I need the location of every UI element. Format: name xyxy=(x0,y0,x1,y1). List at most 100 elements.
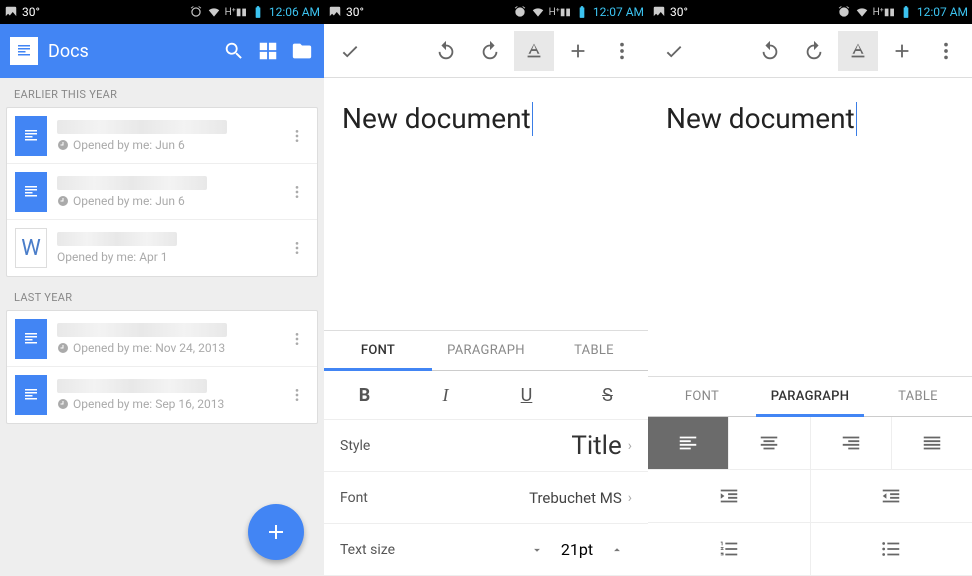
doc-title-redacted xyxy=(57,232,177,246)
align-justify-button[interactable] xyxy=(892,417,972,469)
word-type-icon: W xyxy=(15,228,47,268)
history-icon xyxy=(57,139,69,151)
new-doc-fab[interactable] xyxy=(248,504,304,560)
doc-meta: Opened by me: Sep 16, 2013 xyxy=(73,397,224,411)
undo-button[interactable] xyxy=(426,31,466,71)
font-picker[interactable]: Font Trebuchet MS› xyxy=(324,472,648,524)
check-icon xyxy=(339,40,361,62)
bold-button[interactable]: B xyxy=(324,371,405,419)
row-overflow-button[interactable] xyxy=(285,387,309,403)
numbered-list-button[interactable] xyxy=(648,523,811,575)
row-overflow-button[interactable] xyxy=(285,240,309,256)
search-button[interactable] xyxy=(222,39,246,63)
editor-toolbar xyxy=(324,24,648,78)
size-decrease-button[interactable] xyxy=(522,535,552,565)
text-style-row: B I U S xyxy=(324,371,648,420)
style-picker[interactable]: Style Title› xyxy=(324,420,648,472)
doc-type-icon xyxy=(15,116,47,156)
alarm-icon xyxy=(513,5,527,19)
redo-button[interactable] xyxy=(794,31,834,71)
wifi-icon xyxy=(855,5,869,19)
size-increase-button[interactable] xyxy=(602,535,632,565)
insert-button[interactable] xyxy=(558,31,598,71)
section-header: EARLIER THIS YEAR xyxy=(0,78,324,107)
row-overflow-button[interactable] xyxy=(285,331,309,347)
align-left-button[interactable] xyxy=(648,417,729,469)
status-temp: 30° xyxy=(346,5,364,19)
doc-row[interactable]: Opened by me: Jun 6 xyxy=(7,108,317,164)
tab-paragraph[interactable]: PARAGRAPH xyxy=(756,377,864,416)
status-time: 12:07 AM xyxy=(593,5,644,19)
doc-row[interactable]: Opened by me: Sep 16, 2013 xyxy=(7,367,317,423)
align-center-button[interactable] xyxy=(729,417,810,469)
status-bar: 30° H⁺▮▮12:07 AM xyxy=(648,0,972,24)
indent-increase-button[interactable] xyxy=(648,470,811,522)
doc-row[interactable]: W Opened by me: Apr 1 xyxy=(7,220,317,276)
format-button[interactable] xyxy=(838,31,878,71)
doc-row[interactable]: Opened by me: Nov 24, 2013 xyxy=(7,311,317,367)
text-format-icon xyxy=(523,40,545,62)
format-tabs: FONT PARAGRAPH TABLE xyxy=(648,376,972,417)
row-overflow-button[interactable] xyxy=(285,184,309,200)
tab-paragraph[interactable]: PARAGRAPH xyxy=(432,331,540,370)
document-text: New document xyxy=(342,102,531,135)
history-icon xyxy=(57,398,69,410)
chevron-up-icon xyxy=(610,543,624,557)
document-text: New document xyxy=(666,102,855,135)
insert-button[interactable] xyxy=(882,31,922,71)
docs-logo-icon xyxy=(10,37,38,65)
doc-title-redacted xyxy=(57,120,227,134)
wifi-icon xyxy=(531,5,545,19)
doc-type-icon xyxy=(15,375,47,415)
editor-paragraph-panel: 30° H⁺▮▮12:07 AM New document FONT PARAG… xyxy=(648,0,972,576)
done-button[interactable] xyxy=(330,31,370,71)
tab-table[interactable]: TABLE xyxy=(864,377,972,416)
wifi-icon xyxy=(207,5,221,19)
indent-decrease-button[interactable] xyxy=(811,470,972,522)
battery-icon xyxy=(251,5,265,19)
chevron-right-icon: › xyxy=(628,490,632,506)
underline-button[interactable]: U xyxy=(486,371,567,419)
undo-button[interactable] xyxy=(750,31,790,71)
tab-font[interactable]: FONT xyxy=(324,331,432,370)
italic-button[interactable]: I xyxy=(405,371,486,419)
format-button[interactable] xyxy=(514,31,554,71)
grid-view-button[interactable] xyxy=(256,39,280,63)
redo-button[interactable] xyxy=(470,31,510,71)
document-body[interactable]: New document xyxy=(648,78,972,278)
align-right-icon xyxy=(840,432,862,454)
more-vert-icon xyxy=(289,128,305,144)
battery-icon xyxy=(575,5,589,19)
status-temp: 30° xyxy=(22,5,40,19)
style-value: Title xyxy=(571,431,621,461)
signal-icon: H⁺▮▮ xyxy=(225,7,247,18)
chevron-down-icon xyxy=(530,543,544,557)
image-icon xyxy=(652,5,666,19)
size-value: 21pt xyxy=(552,540,602,559)
doc-row[interactable]: Opened by me: Jun 6 xyxy=(7,164,317,220)
indent-increase-icon xyxy=(718,485,740,507)
tab-font[interactable]: FONT xyxy=(648,377,756,416)
tab-table[interactable]: TABLE xyxy=(540,331,648,370)
document-body[interactable]: New document xyxy=(324,78,648,278)
done-button[interactable] xyxy=(654,31,694,71)
strike-button[interactable]: S xyxy=(567,371,648,419)
doc-title-redacted xyxy=(57,176,207,190)
overflow-button[interactable] xyxy=(926,31,966,71)
more-vert-icon xyxy=(611,40,633,62)
plus-icon xyxy=(567,40,589,62)
text-cursor xyxy=(856,102,857,136)
chevron-right-icon: › xyxy=(628,438,632,454)
app-title: Docs xyxy=(48,41,212,62)
row-overflow-button[interactable] xyxy=(285,128,309,144)
docs-list-panel: 30° H⁺▮▮ 12:06 AM Docs EARLIER THIS YEAR… xyxy=(0,0,324,576)
overflow-button[interactable] xyxy=(602,31,642,71)
bulleted-list-button[interactable] xyxy=(811,523,972,575)
align-justify-icon xyxy=(921,432,943,454)
folder-button[interactable] xyxy=(290,39,314,63)
align-right-button[interactable] xyxy=(811,417,892,469)
redo-icon xyxy=(803,40,825,62)
editor-font-panel: 30° H⁺▮▮12:07 AM New document FONT PARAG… xyxy=(324,0,648,576)
undo-icon xyxy=(435,40,457,62)
grid-icon xyxy=(257,40,279,62)
